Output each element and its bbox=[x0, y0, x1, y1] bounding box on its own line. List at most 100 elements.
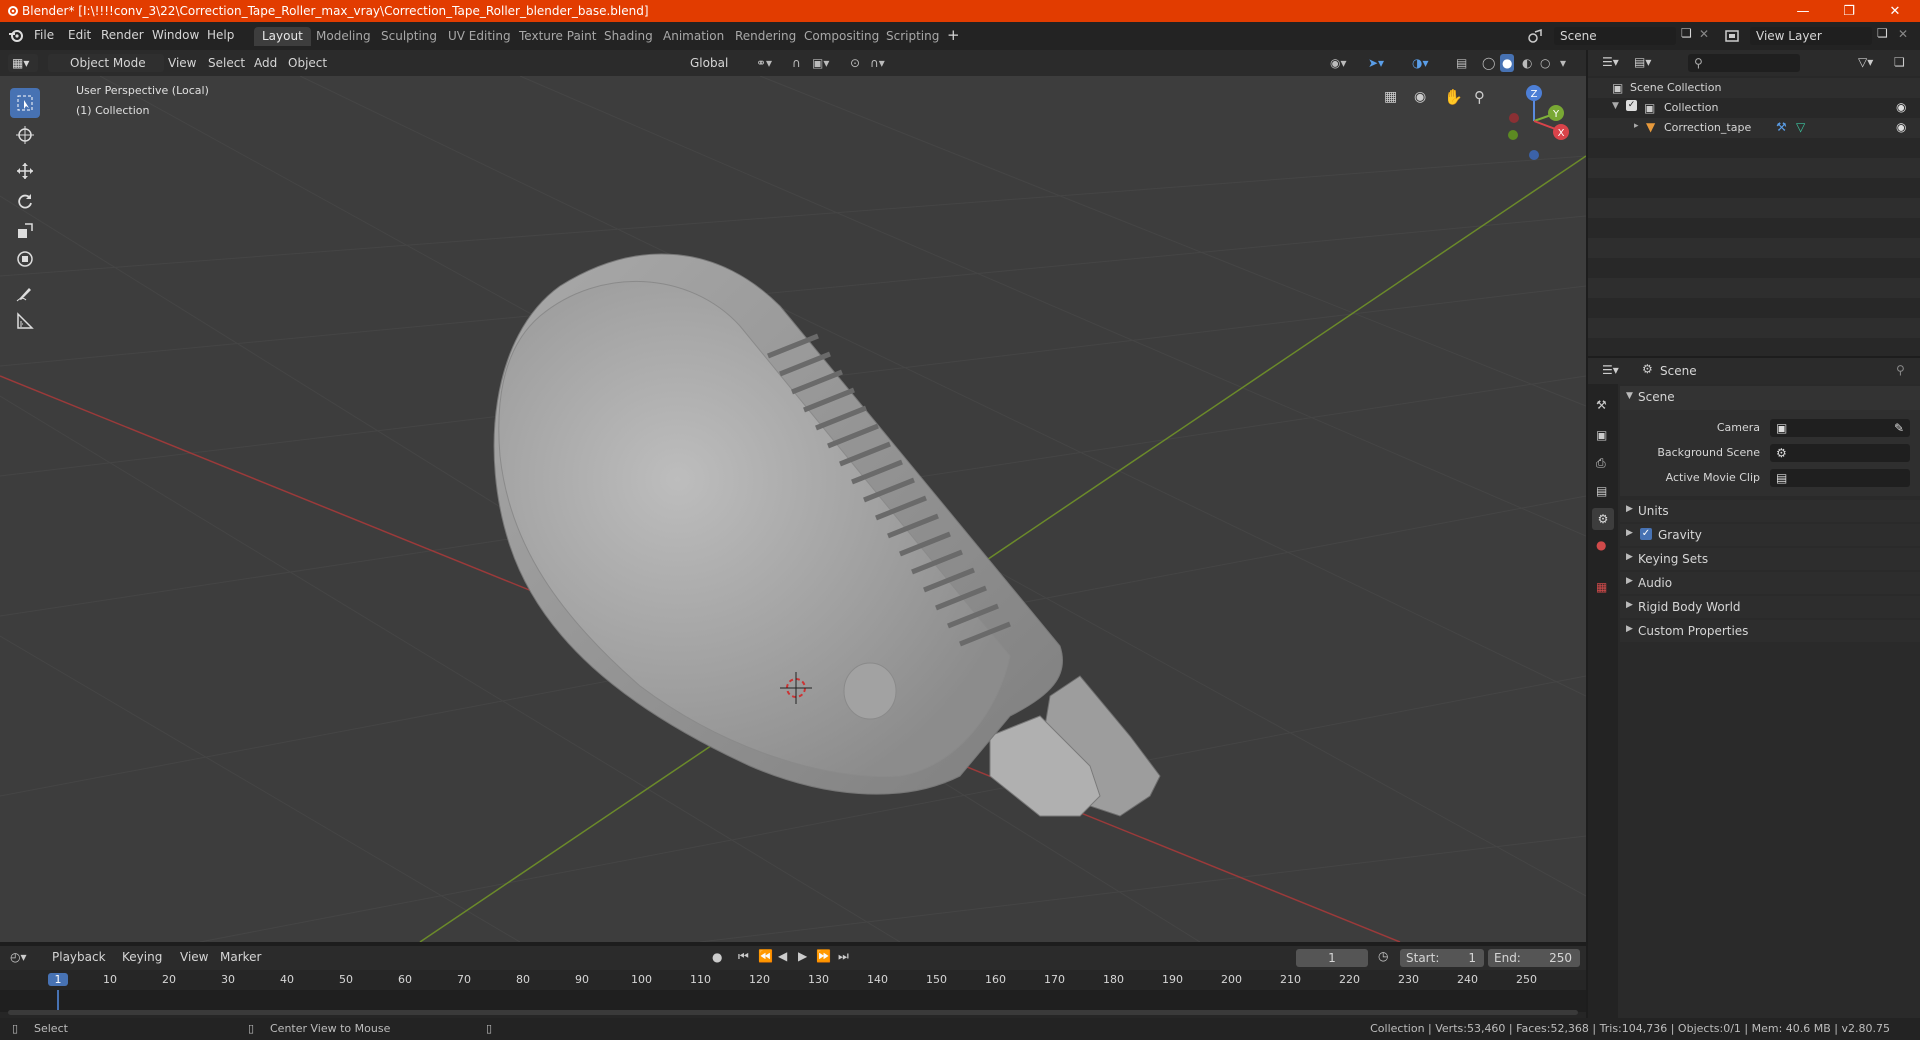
view-layer-tab-icon[interactable]: ▤ bbox=[1596, 484, 1607, 498]
pivot-point-icon[interactable]: ⚭▾ bbox=[756, 54, 772, 72]
units-panel[interactable]: ▶ Units bbox=[1620, 500, 1920, 522]
end-frame-field[interactable]: End: 250 bbox=[1488, 949, 1580, 967]
material-shading-icon[interactable]: ◐ bbox=[1522, 54, 1532, 72]
eyedropper-icon[interactable]: ✎ bbox=[1894, 419, 1904, 437]
jump-end-icon[interactable]: ⏭ bbox=[838, 949, 849, 964]
record-icon[interactable]: ● bbox=[712, 950, 722, 964]
overlay-toggle-icon[interactable]: ◑▾ bbox=[1412, 54, 1429, 72]
filter-icon[interactable]: ▽▾ bbox=[1858, 55, 1873, 69]
tab-sculpting[interactable]: Sculpting bbox=[373, 27, 445, 46]
collection-visibility-eye-icon[interactable]: ◉ bbox=[1896, 100, 1906, 114]
transform-tool[interactable] bbox=[10, 244, 40, 274]
navigation-gizmo[interactable]: Z Y X bbox=[1508, 85, 1569, 160]
viewport-canvas[interactable]: Z Y X bbox=[0, 76, 1586, 942]
modifier-wrench-icon[interactable]: ⚒ bbox=[1776, 120, 1787, 134]
gizmo-toggle-icon[interactable]: ➤▾ bbox=[1368, 54, 1384, 72]
add-workspace-icon[interactable]: + bbox=[947, 26, 960, 44]
timeline-scrollbar[interactable] bbox=[8, 1010, 1578, 1015]
transform-orientation-dropdown[interactable]: Global bbox=[670, 54, 728, 72]
timeline-menu-marker[interactable]: Marker bbox=[220, 950, 261, 964]
preview-range-icon[interactable]: ◷ bbox=[1378, 949, 1388, 963]
falloff-icon[interactable]: ∩▾ bbox=[870, 54, 885, 72]
pin-icon[interactable]: ⚲ bbox=[1896, 363, 1905, 377]
shading-options-icon[interactable]: ▾ bbox=[1560, 54, 1566, 72]
close-window-button[interactable]: ✕ bbox=[1872, 0, 1918, 22]
gravity-panel[interactable]: ▶ ✓ Gravity bbox=[1620, 524, 1920, 546]
outliner-row-object[interactable]: ▸ ▼ Correction_tape ⚒ ▽ ◉ bbox=[1588, 118, 1920, 138]
expand-arrow-icon[interactable]: ▸ bbox=[1634, 121, 1639, 131]
next-keyframe-icon[interactable]: ⏩ bbox=[816, 949, 831, 963]
select-box-tool[interactable] bbox=[10, 88, 40, 118]
move-tool[interactable] bbox=[10, 156, 40, 186]
new-scene-icon[interactable]: ❏ bbox=[1681, 26, 1692, 40]
mesh-data-icon[interactable]: ▽ bbox=[1796, 120, 1805, 134]
tab-shading[interactable]: Shading bbox=[596, 27, 661, 46]
viewport-menu-select[interactable]: Select bbox=[208, 54, 245, 72]
start-frame-field[interactable]: Start: 1 bbox=[1400, 949, 1484, 967]
tab-compositing[interactable]: Compositing bbox=[796, 27, 887, 46]
solid-shading-icon[interactable]: ● bbox=[1500, 54, 1515, 72]
background-scene-field[interactable]: ⚙ bbox=[1770, 444, 1910, 462]
output-tab-icon[interactable]: ⎙ bbox=[1596, 456, 1606, 471]
scene-tab-icon[interactable]: ⚙ bbox=[1592, 508, 1614, 530]
frame-ruler[interactable]: 1 10 20 30 40 50 60 70 80 90 100 110 120 130 140 150 160… bbox=[0, 970, 1586, 990]
outliner-editor-type-icon[interactable]: ☰▾ bbox=[1602, 55, 1619, 69]
tab-uv-editing[interactable]: UV Editing bbox=[440, 27, 519, 46]
timeline-menu-playback[interactable]: Playback bbox=[52, 950, 106, 964]
timeline-editor-type-icon[interactable]: ◴▾ bbox=[10, 950, 27, 964]
rendered-shading-icon[interactable]: ○ bbox=[1540, 54, 1550, 72]
cursor-tool[interactable] bbox=[10, 120, 40, 150]
viewport-menu-add[interactable]: Add bbox=[254, 54, 277, 72]
tab-animation[interactable]: Animation bbox=[655, 27, 732, 46]
tab-rendering[interactable]: Rendering bbox=[727, 27, 804, 46]
current-frame-field[interactable]: 1 bbox=[1296, 949, 1368, 967]
pan-hand-icon[interactable]: ✋ bbox=[1444, 88, 1463, 106]
jump-start-icon[interactable]: ⏮ bbox=[738, 949, 749, 964]
tab-texture-paint[interactable]: Texture Paint bbox=[511, 27, 604, 46]
blender-menu-icon[interactable] bbox=[8, 28, 24, 44]
viewport-menu-object[interactable]: Object bbox=[288, 54, 327, 72]
play-reverse-icon[interactable]: ◀ bbox=[778, 949, 787, 963]
editor-type-icon[interactable]: ▦▾ bbox=[8, 54, 38, 72]
render-tab-icon[interactable]: ▣ bbox=[1596, 428, 1607, 442]
tab-layout[interactable]: Layout bbox=[254, 27, 311, 46]
remove-scene-icon[interactable]: ✕ bbox=[1699, 27, 1709, 41]
menu-render[interactable]: Render bbox=[101, 28, 144, 42]
scene-field[interactable]: Scene bbox=[1554, 27, 1676, 45]
outliner-row-collection[interactable]: ▼ ✓ ▣ Collection ◉ bbox=[1588, 98, 1920, 118]
properties-editor-type-icon[interactable]: ☰▾ bbox=[1602, 363, 1619, 377]
prev-keyframe-icon[interactable]: ⏪ bbox=[758, 949, 773, 963]
snap-target-icon[interactable]: ▣▾ bbox=[812, 54, 829, 72]
object-mode-dropdown[interactable]: Object Mode bbox=[48, 54, 164, 72]
remove-view-layer-icon[interactable]: ✕ bbox=[1898, 27, 1908, 41]
display-mode-icon[interactable]: ▤▾ bbox=[1634, 55, 1651, 69]
measure-tool[interactable] bbox=[10, 306, 40, 336]
maximize-button[interactable]: ❐ bbox=[1826, 0, 1872, 22]
scale-tool[interactable] bbox=[10, 216, 40, 246]
collapse-arrow-icon[interactable]: ▼ bbox=[1612, 101, 1619, 111]
new-view-layer-icon[interactable]: ❏ bbox=[1877, 26, 1888, 40]
keying-sets-panel[interactable]: ▶ Keying Sets bbox=[1620, 548, 1920, 570]
scene-section-header[interactable]: ▼ Scene bbox=[1620, 386, 1920, 410]
snap-icon[interactable]: ∩ bbox=[792, 54, 801, 72]
gravity-checkbox[interactable]: ✓ bbox=[1640, 528, 1652, 540]
proportional-edit-icon[interactable]: ⊙ bbox=[850, 54, 860, 72]
timeline-menu-keying[interactable]: Keying bbox=[122, 950, 162, 964]
camera-view-icon[interactable]: ◉ bbox=[1414, 89, 1426, 105]
object-visibility-eye-icon[interactable]: ◉ bbox=[1896, 120, 1906, 134]
menu-window[interactable]: Window bbox=[152, 28, 199, 42]
tab-scripting[interactable]: Scripting bbox=[878, 27, 947, 46]
audio-panel[interactable]: ▶ Audio bbox=[1620, 572, 1920, 594]
collection-checkbox[interactable]: ✓ bbox=[1626, 100, 1637, 111]
tool-tab-icon[interactable]: ⚒ bbox=[1596, 398, 1607, 412]
rotate-tool[interactable] bbox=[10, 186, 40, 216]
viewport-menu-view[interactable]: View bbox=[168, 54, 196, 72]
outliner-search-input[interactable]: ⚲ bbox=[1688, 54, 1800, 72]
tab-modeling[interactable]: Modeling bbox=[308, 27, 379, 46]
menu-edit[interactable]: Edit bbox=[68, 28, 91, 42]
camera-field[interactable]: ▣ ✎ bbox=[1770, 419, 1910, 437]
timeline-menu-view[interactable]: View bbox=[180, 950, 208, 964]
outliner-row-scene-collection[interactable]: ▣ Scene Collection bbox=[1588, 78, 1920, 98]
xray-toggle-icon[interactable]: ▤ bbox=[1456, 54, 1467, 72]
correction-tape-object[interactable] bbox=[493, 253, 1161, 817]
